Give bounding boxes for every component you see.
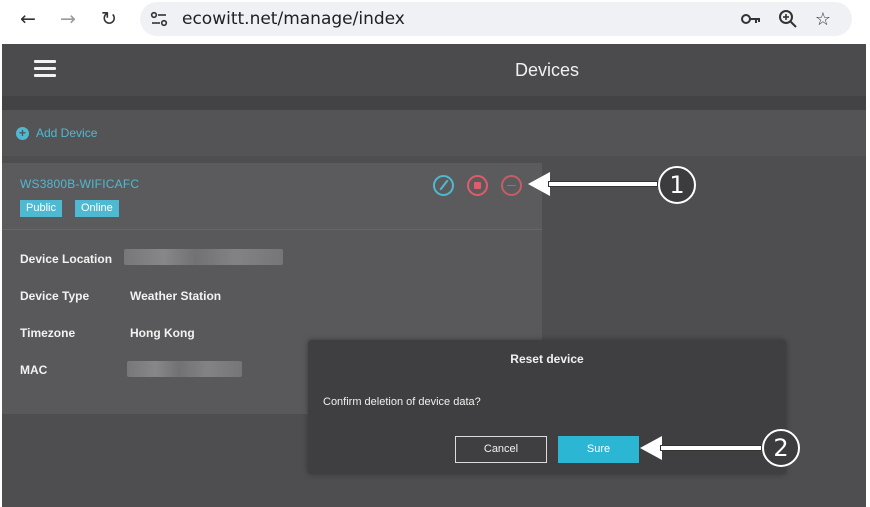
device-type-value: Weather Station [130,289,222,303]
bookmark-star-icon[interactable]: ☆ [812,9,834,30]
timezone-label: Timezone [20,326,76,340]
password-key-icon[interactable] [740,9,762,29]
dialog-title: Reset device [510,352,584,366]
forward-icon[interactable]: → [54,6,82,32]
dialog-message: Confirm deletion of device data? [323,396,481,408]
mac-label: MAC [20,363,48,377]
device-type-label: Device Type [20,289,90,303]
add-device-link[interactable]: Add Device [36,126,97,140]
url-text[interactable]: ecowitt.net/manage/index [182,9,405,29]
reload-icon[interactable]: ↻ [95,6,123,32]
add-device-bar: + Add Device [2,110,866,156]
public-badge: Public [20,200,62,217]
add-circle-icon[interactable]: + [16,127,29,140]
annotation-step-1: 1 [658,166,696,204]
mac-value-redacted [127,361,242,377]
online-badge: Online [75,200,119,217]
annotation-arrow-1 [528,172,658,196]
header-divider [2,96,866,110]
address-bar[interactable]: ecowitt.net/manage/index ☆ [140,2,852,36]
site-settings-icon[interactable] [150,11,168,27]
device-location-label: Device Location [20,252,113,266]
device-card-header: WS3800B-WIFICAFC Public Online [2,163,542,230]
back-icon[interactable]: ← [14,6,42,32]
cancel-button[interactable]: Cancel [455,436,547,463]
zoom-icon[interactable] [777,9,799,29]
page-title: Devices [514,60,580,80]
annotation-arrow-2 [640,436,762,460]
browser-toolbar: ← → ↻ ecowitt.net/manage/index ☆ [0,0,870,44]
app-header: Devices [2,44,866,96]
edit-icon[interactable] [433,175,454,196]
annotation-step-2: 2 [762,429,800,467]
timezone-value: Hong Kong [130,326,195,340]
device-location-value-redacted [124,249,283,265]
reset-icon[interactable] [467,175,488,196]
remove-icon[interactable] [501,175,522,196]
sure-button[interactable]: Sure [558,436,639,463]
device-name[interactable]: WS3800B-WIFICAFC [20,177,139,191]
